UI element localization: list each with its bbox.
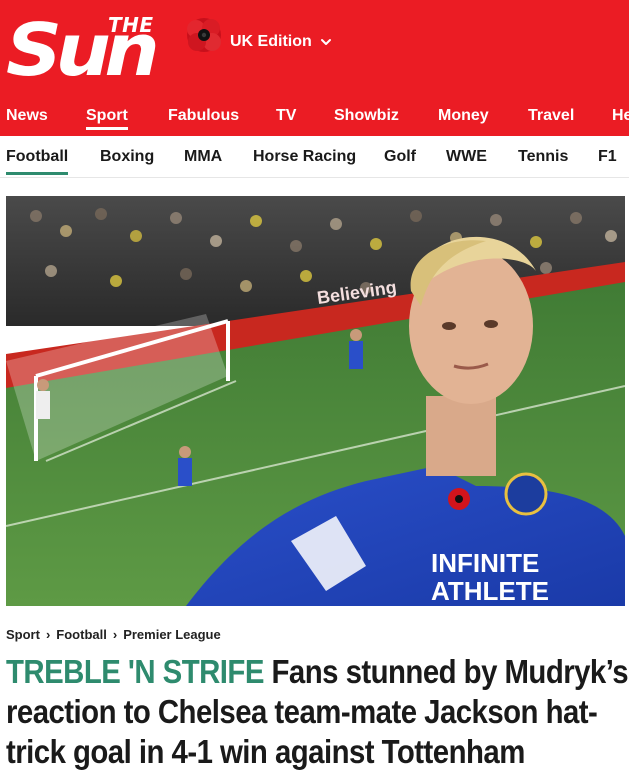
headline-kicker: TREBLE 'N STRIFE	[6, 653, 264, 690]
edition-selector[interactable]: UK Edition	[230, 33, 332, 51]
subnav-item-golf[interactable]: Golf	[384, 136, 416, 177]
edition-label: UK Edition	[230, 33, 312, 50]
hero-photo: Believing INFINITE ATHLETE	[6, 196, 625, 606]
masthead: Sun THE UK Edition	[0, 0, 629, 96]
subnav-item-football[interactable]: Football	[6, 136, 69, 177]
nav-item-showbiz[interactable]: Showbiz	[334, 96, 399, 136]
breadcrumb-sport[interactable]: Sport	[6, 627, 40, 642]
sport-subnavigation: Football Boxing MMA Horse Racing Golf WW…	[0, 136, 629, 178]
subnav-item-boxing[interactable]: Boxing	[100, 136, 154, 177]
shirt-sponsor-line-2: ATHLETE	[431, 576, 549, 606]
nav-item-sport[interactable]: Sport	[86, 96, 128, 136]
nav-item-news[interactable]: News	[6, 96, 48, 136]
subnav-item-mma[interactable]: MMA	[184, 136, 222, 177]
subnav-item-horse-racing[interactable]: Horse Racing	[253, 136, 356, 177]
chevron-down-icon	[320, 39, 331, 45]
subnav-item-wwe[interactable]: WWE	[446, 136, 487, 177]
logo-small-text: THE	[108, 13, 154, 37]
shirt-sponsor-line-1: INFINITE	[431, 548, 539, 578]
subnav-item-tennis[interactable]: Tennis	[518, 136, 568, 177]
nav-item-tv[interactable]: TV	[276, 96, 296, 136]
nav-item-travel[interactable]: Travel	[528, 96, 574, 136]
chevron-right-icon: ›	[45, 627, 51, 642]
breadcrumb-football[interactable]: Football	[56, 627, 107, 642]
nav-item-money[interactable]: Money	[438, 96, 489, 136]
nav-item-fabulous[interactable]: Fabulous	[168, 96, 239, 136]
the-sun-logo[interactable]: Sun THE	[4, 6, 222, 92]
subnav-item-f1[interactable]: F1	[598, 136, 617, 177]
breadcrumb-premier-league[interactable]: Premier League	[123, 627, 221, 642]
chevron-right-icon: ›	[112, 627, 118, 642]
article-headline[interactable]: TREBLE 'N STRIFE Fans stunned by Mudryk’…	[6, 652, 629, 772]
main-navigation: News Sport Fabulous TV Showbiz Money Tra…	[0, 96, 629, 136]
poppy-icon	[187, 18, 221, 52]
breadcrumb: Sport › Football › Premier League	[6, 627, 221, 642]
hero-image[interactable]: Believing INFINITE ATHLETE	[6, 196, 625, 606]
nav-item-health[interactable]: He	[612, 96, 629, 136]
